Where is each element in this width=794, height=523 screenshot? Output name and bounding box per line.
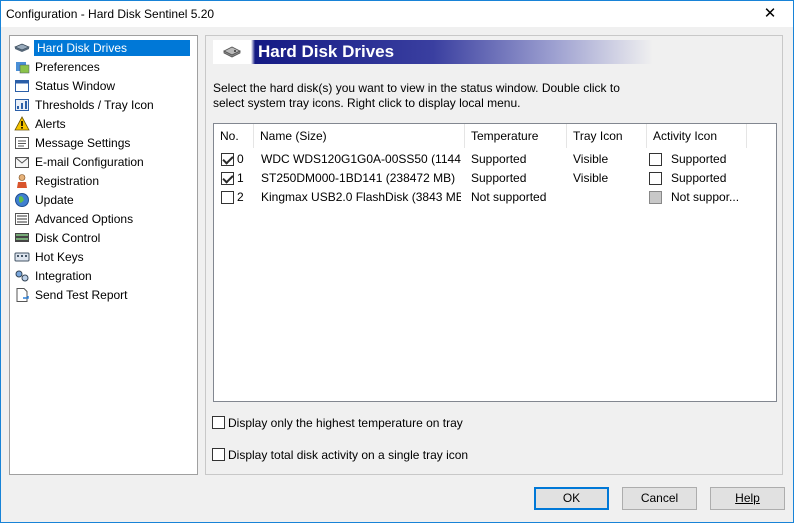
sidebar-item-integration[interactable]: Integration <box>14 267 194 286</box>
sidebar-item-label: Preferences <box>35 60 100 74</box>
section-banner: Hard Disk Drives <box>213 40 653 64</box>
highest-temp-checkbox[interactable] <box>212 416 225 429</box>
sidebar-item-advanced-options[interactable]: Advanced Options <box>14 210 194 229</box>
activity-icon-checkbox[interactable] <box>649 153 662 166</box>
sidebar-item-label: Hot Keys <box>35 250 84 264</box>
sidebar-item-label: Thresholds / Tray Icon <box>35 98 154 112</box>
sidebar-item-label: E-mail Configuration <box>35 155 144 169</box>
activity-icon-checkbox[interactable] <box>649 172 662 185</box>
sidebar-item-label: Status Window <box>35 79 116 93</box>
disk-tray-icon: Visible <box>573 152 609 166</box>
disk-number: 1 <box>237 171 244 185</box>
column-header-name[interactable]: Name (Size) <box>254 124 465 148</box>
sidebar-item-message-settings[interactable]: Message Settings <box>14 134 194 153</box>
advanced-icon <box>14 211 30 227</box>
disk-visible-checkbox[interactable] <box>221 153 234 166</box>
window-title: Configuration - Hard Disk Sentinel 5.20 <box>6 7 215 21</box>
column-header-temperature[interactable]: Temperature <box>465 124 567 148</box>
sidebar-item-label: Integration <box>35 269 92 283</box>
sidebar-item-disk-control[interactable]: Disk Control <box>14 229 194 248</box>
help-button[interactable]: Help <box>710 487 785 510</box>
sidebar-item-alerts[interactable]: Alerts <box>14 115 194 134</box>
sidebar-item-label: Registration <box>35 174 100 188</box>
disk-name: Kingmax USB2.0 FlashDisk (3843 MB) <box>261 190 461 204</box>
registration-icon <box>14 173 30 189</box>
sidebar-item-registration[interactable]: Registration <box>14 172 194 191</box>
disk-temperature: Supported <box>471 171 527 185</box>
column-header-tray-icon[interactable]: Tray Icon <box>567 124 647 148</box>
disk-temperature: Supported <box>471 152 527 166</box>
sidebar-item-send-test-report[interactable]: Send Test Report <box>14 286 194 305</box>
column-header-no[interactable]: No. <box>214 124 254 148</box>
sidebar-item-label: Disk Control <box>35 231 101 245</box>
description-text: Select the hard disk(s) you want to view… <box>213 81 620 110</box>
disk-tray-icon: Visible <box>573 171 609 185</box>
total-activity-label: Display total disk activity on a single … <box>228 448 469 462</box>
sidebar-item-thresholds-tray-icon[interactable]: Thresholds / Tray Icon <box>14 96 194 115</box>
table-row[interactable]: 0 WDC WDS120G1G0A-00SS50 (11447... Support… <box>214 150 776 169</box>
highest-temp-label: Display only the highest temperature on … <box>228 416 463 430</box>
disk-activity-icon: Not suppor... <box>671 190 740 204</box>
activity-icon-checkbox <box>649 191 662 204</box>
status-window-icon <box>14 78 30 94</box>
message-icon <box>14 135 30 151</box>
close-icon[interactable]: ✕ <box>747 1 793 27</box>
sidebar-item-hot-keys[interactable]: Hot Keys <box>14 248 194 267</box>
column-header-activity-icon[interactable]: Activity Icon <box>647 124 747 148</box>
email-icon <box>14 154 30 170</box>
total-activity-checkbox[interactable] <box>212 448 225 461</box>
integration-icon <box>14 268 30 284</box>
report-icon <box>14 287 30 303</box>
sidebar-item-update[interactable]: Update <box>14 191 194 210</box>
disk-number: 2 <box>237 190 244 204</box>
table-row[interactable]: 1 ST250DM000-1BD141 (238472 MB) Supported V… <box>214 169 776 188</box>
ok-button[interactable]: OK <box>534 487 609 510</box>
banner-title: Hard Disk Drives <box>258 42 395 61</box>
title-bar: Configuration - Hard Disk Sentinel 5.20 … <box>1 1 793 27</box>
disk-visible-checkbox[interactable] <box>221 191 234 204</box>
warning-icon <box>14 116 30 132</box>
sidebar-item-e-mail-configuration[interactable]: E-mail Configuration <box>14 153 194 172</box>
sidebar-item-preferences[interactable]: Preferences <box>14 58 194 77</box>
preferences-icon <box>14 59 30 75</box>
list-header: No. Name (Size) Temperature Tray Icon Ac… <box>214 124 776 148</box>
disk-name: ST250DM000-1BD141 (238472 MB) <box>261 171 456 185</box>
disk-activity-icon: Supported <box>671 171 727 185</box>
sidebar-item-label: Advanced Options <box>35 212 134 226</box>
hard-disk-icon <box>223 46 241 58</box>
sidebar-item-label: Send Test Report <box>35 288 128 302</box>
sidebar-item-label: Alerts <box>35 117 66 131</box>
sidebar-item-label: Message Settings <box>35 136 131 150</box>
sidebar-item-label: Update <box>35 193 74 207</box>
cancel-button[interactable]: Cancel <box>622 487 697 510</box>
disk-control-icon <box>14 230 30 246</box>
disk-temperature: Not supported <box>471 190 547 204</box>
thresholds-icon <box>14 97 30 113</box>
table-row[interactable]: 2 Kingmax USB2.0 FlashDisk (3843 MB) Not s… <box>214 188 776 207</box>
disk-list[interactable]: No. Name (Size) Temperature Tray Icon Ac… <box>213 123 777 402</box>
sidebar-item-hard-disk-drives[interactable]: Hard Disk Drives <box>14 39 194 58</box>
disk-activity-icon: Supported <box>671 152 727 166</box>
sidebar-item-label: Hard Disk Drives <box>34 40 190 56</box>
disk-name: WDC WDS120G1G0A-00SS50 (11447... <box>261 152 461 166</box>
sidebar-item-status-window[interactable]: Status Window <box>14 77 194 96</box>
keyboard-icon <box>14 249 30 265</box>
sidebar: Hard Disk Drives Preferences Status Window… <box>9 35 198 475</box>
hard-disk-icon <box>14 40 30 56</box>
globe-icon <box>14 192 30 208</box>
disk-number: 0 <box>237 152 244 166</box>
disk-visible-checkbox[interactable] <box>221 172 234 185</box>
